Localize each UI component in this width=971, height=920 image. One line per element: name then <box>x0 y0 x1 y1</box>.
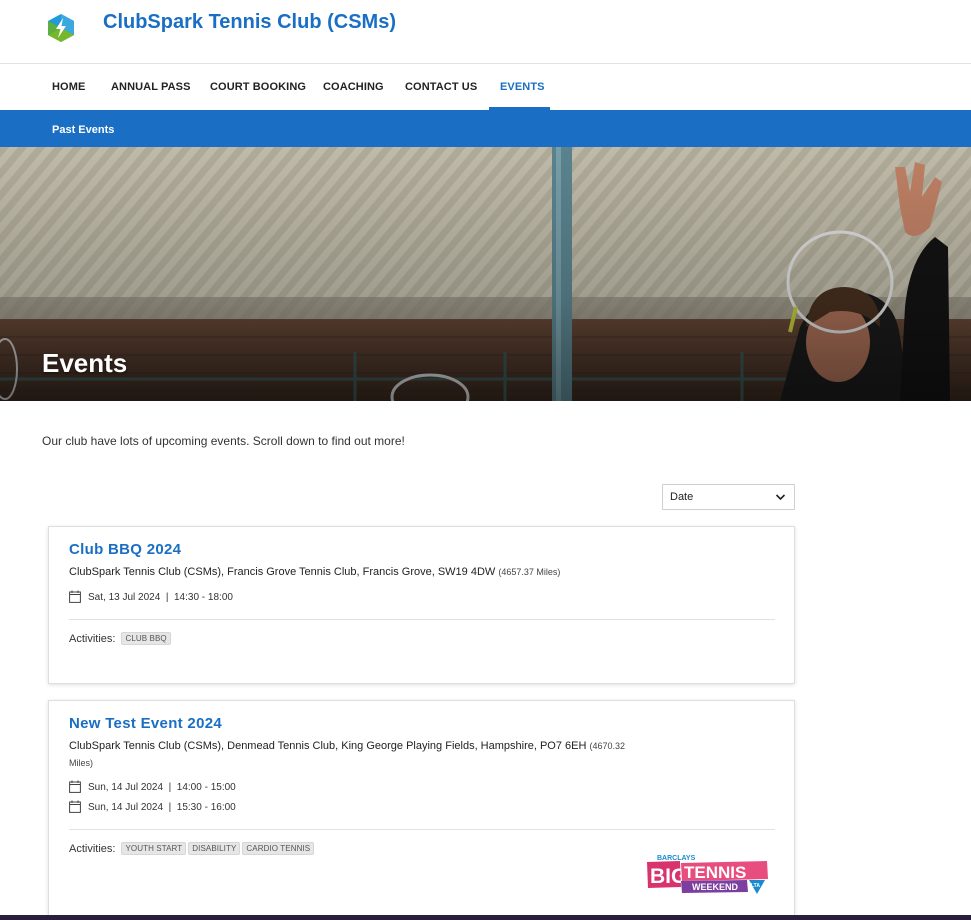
activity-tag[interactable]: DISABILITY <box>188 842 241 855</box>
calendar-icon <box>69 800 81 813</box>
chevron-down-icon <box>775 494 786 501</box>
activity-tag[interactable]: CLUB BBQ <box>121 632 171 645</box>
event-location-text: ClubSpark Tennis Club (CSMs), Denmead Te… <box>69 740 587 752</box>
calendar-icon <box>69 590 81 603</box>
activities-label: Activities: <box>69 633 116 645</box>
sort-select[interactable]: Date <box>662 484 795 510</box>
card-divider <box>69 829 775 830</box>
hero-banner: Events <box>0 147 971 401</box>
hero-image <box>0 147 971 401</box>
sub-nav: Past Events <box>0 110 971 147</box>
activity-tag[interactable]: YOUTH START <box>121 842 187 855</box>
sort-selected-value: Date <box>670 491 694 503</box>
bottom-edge-bar <box>0 915 971 920</box>
event-activities: Activities: YOUTH START DISABILITY CARDIO T… <box>69 842 315 855</box>
subnav-item-past-events[interactable]: Past Events <box>52 110 114 151</box>
nav-item-home[interactable]: HOME <box>52 64 85 110</box>
main-nav: HOME ANNUAL PASS COURT BOOKING COACHING … <box>0 64 971 110</box>
club-name[interactable]: ClubSpark Tennis Club (CSMs) <box>103 11 396 34</box>
event-location: ClubSpark Tennis Club (CSMs), Francis Gr… <box>69 564 629 581</box>
page-title: Events <box>42 348 128 378</box>
event-activities: Activities: CLUB BBQ <box>69 632 171 645</box>
nav-item-annual-pass[interactable]: ANNUAL PASS <box>111 64 191 110</box>
intro-text: Our club have lots of upcoming events. S… <box>42 434 405 448</box>
event-date: Sat, 13 Jul 2024 <box>88 592 161 603</box>
event-title[interactable]: Club BBQ 2024 <box>69 541 181 558</box>
nav-item-coaching[interactable]: COACHING <box>323 64 384 110</box>
activities-label: Activities: <box>69 843 116 855</box>
event-card[interactable]: Club BBQ 2024 ClubSpark Tennis Club (CSM… <box>48 526 795 684</box>
site-header: ClubSpark Tennis Club (CSMs) <box>0 0 971 64</box>
badge-mark: LTA <box>751 883 760 889</box>
lightning-bolt-hexagon-icon[interactable] <box>47 13 75 43</box>
event-time: 14:30 - 18:00 <box>174 592 233 603</box>
badge-line3: WEEKEND <box>692 882 739 892</box>
event-date: Sun, 14 Jul 2024 <box>88 802 164 813</box>
event-time: 14:00 - 15:00 <box>176 782 236 793</box>
event-card[interactable]: New Test Event 2024 ClubSpark Tennis Clu… <box>48 700 795 920</box>
nav-item-court-booking[interactable]: COURT BOOKING <box>210 64 306 110</box>
event-time: 15:30 - 16:00 <box>176 802 236 813</box>
card-divider <box>69 619 775 620</box>
event-location: ClubSpark Tennis Club (CSMs), Denmead Te… <box>69 738 629 772</box>
activity-tag[interactable]: CARDIO TENNIS <box>242 842 315 855</box>
event-distance: (4657.37 Miles) <box>498 567 561 577</box>
big-tennis-weekend-logo: BARCLAYS BIG TENNIS WEEKEND LTA <box>647 855 768 894</box>
badge-line2: TENNIS <box>684 863 746 882</box>
event-date: Sun, 14 Jul 2024 <box>88 782 164 793</box>
event-title[interactable]: New Test Event 2024 <box>69 715 222 732</box>
nav-item-contact-us[interactable]: CONTACT US <box>405 64 477 110</box>
event-location-text: ClubSpark Tennis Club (CSMs), Francis Gr… <box>69 566 496 578</box>
badge-sponsor: BARCLAYS <box>657 855 696 862</box>
nav-item-events[interactable]: EVENTS <box>500 64 545 110</box>
calendar-icon <box>69 780 81 793</box>
